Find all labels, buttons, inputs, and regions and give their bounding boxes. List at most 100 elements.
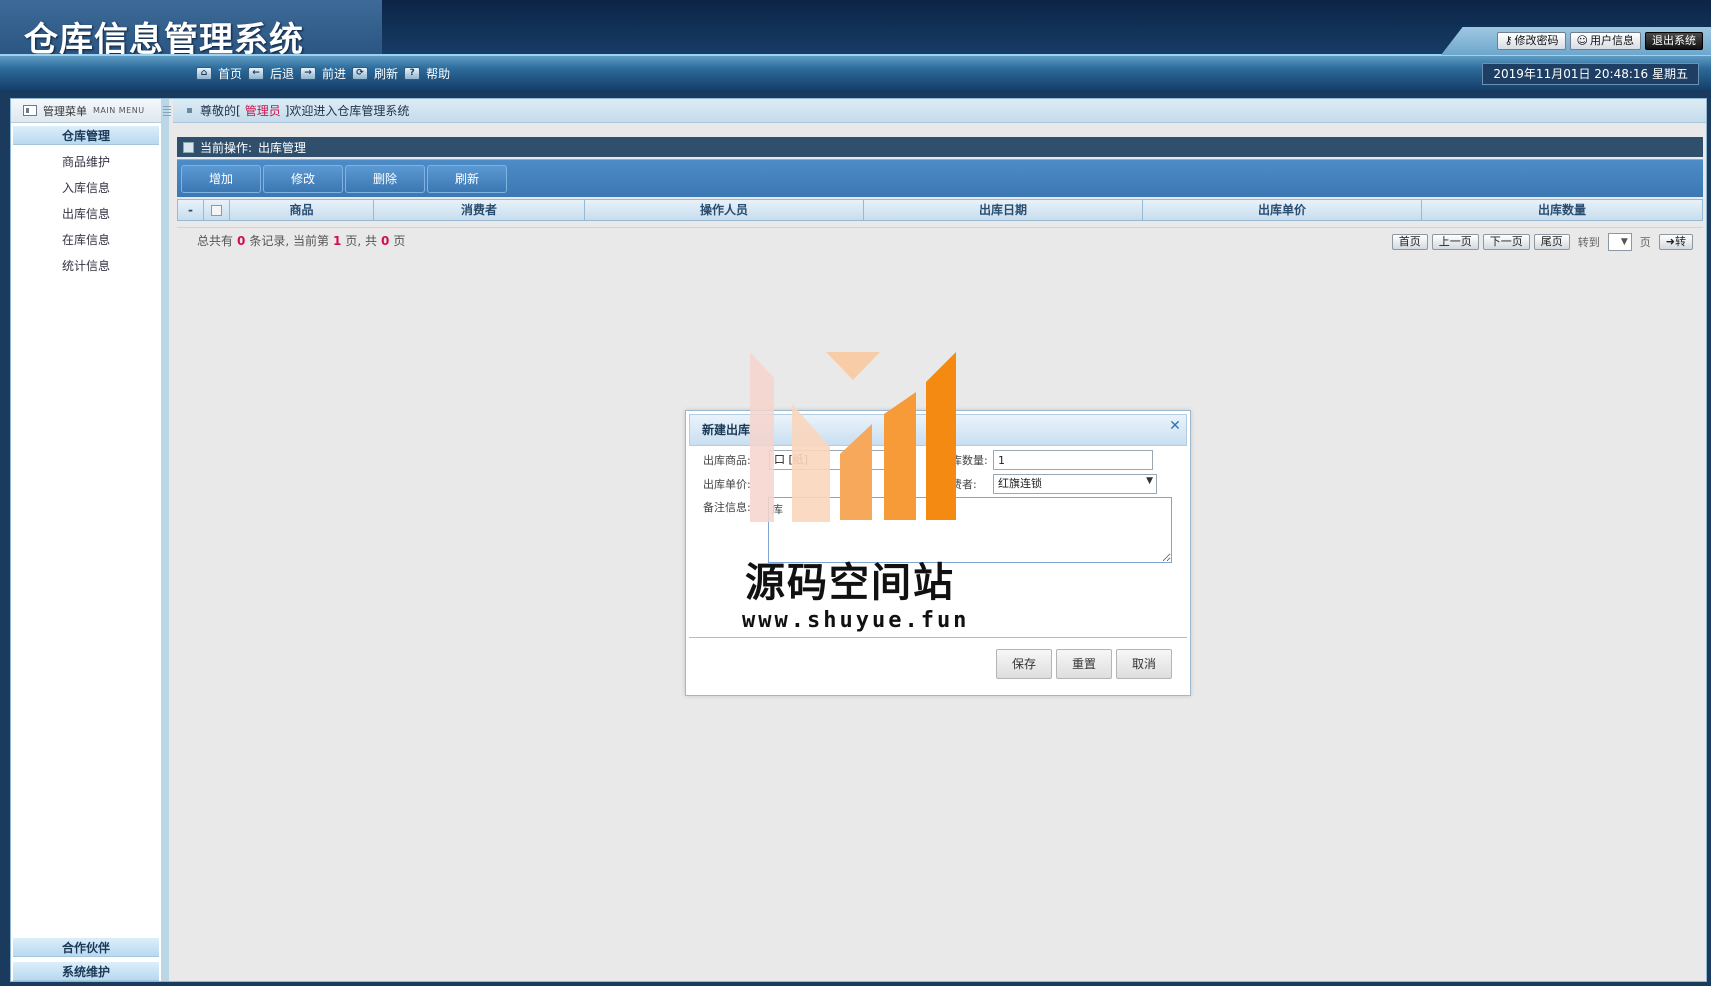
last-page-button[interactable]: 尾页 xyxy=(1533,234,1570,250)
sidebar-item-inbound[interactable]: 入库信息 xyxy=(11,175,161,201)
welcome-prefix: 尊敬的[ xyxy=(200,104,241,118)
sidebar-group-warehouse[interactable]: 仓库管理 xyxy=(13,125,159,145)
refresh-button[interactable]: 刷新 xyxy=(427,164,507,193)
pager-current: 1 xyxy=(333,233,342,248)
help-icon: ? xyxy=(404,67,421,80)
consumer-select[interactable]: 红旗连锁 ▼ xyxy=(993,474,1157,494)
select-all-checkbox[interactable] xyxy=(211,205,222,216)
nav-help[interactable]: ? 帮助 xyxy=(404,65,450,82)
sidebar-collapse-grip[interactable] xyxy=(161,99,173,123)
add-button[interactable]: 增加 xyxy=(181,164,261,193)
nav-forward-label: 前进 xyxy=(322,67,347,81)
watermark-logo xyxy=(750,352,956,522)
back-arrow-icon: ← xyxy=(248,67,265,80)
goto-label: 转到 xyxy=(1577,236,1600,249)
sidebar-item-statistics[interactable]: 统计信息 xyxy=(11,253,161,279)
col-select-all[interactable] xyxy=(204,200,230,220)
close-icon[interactable]: ✕ xyxy=(1168,419,1182,433)
watermark-url: www.shuyue.fun xyxy=(742,608,970,633)
go-button[interactable]: ➜转 xyxy=(1658,234,1693,250)
logout-label: 退出系统 xyxy=(1652,34,1696,47)
nav-refresh-label: 刷新 xyxy=(374,67,399,81)
nav-home-label: 首页 xyxy=(218,67,243,81)
delete-button[interactable]: 删除 xyxy=(345,164,425,193)
col-consumer[interactable]: 消费者 xyxy=(374,200,585,220)
welcome-suffix: ]欢迎进入仓库管理系统 xyxy=(284,104,410,118)
quantity-input[interactable] xyxy=(993,450,1153,470)
pager: 总共有 0 条记录, 当前第 1 页, 共 0 页 首页 上一页 下一页 尾页 … xyxy=(177,227,1703,253)
col-operator[interactable]: 操作人员 xyxy=(585,200,864,220)
next-page-button[interactable]: 下一页 xyxy=(1482,234,1530,250)
refresh-icon: ⟳ xyxy=(352,67,369,80)
row-remark: 备注信息: xyxy=(703,499,751,515)
pager-text-4: 页 xyxy=(393,234,406,248)
watermark-name: 源码空间站 xyxy=(745,559,955,606)
sidebar-item-product-maintenance[interactable]: 商品维护 xyxy=(11,149,161,175)
user-info-button[interactable]: ☺ 用户信息 xyxy=(1569,32,1641,50)
sidebar-item-instock[interactable]: 在库信息 xyxy=(11,227,161,253)
table-header: - 商品 消费者 操作人员 出库日期 出库单价 出库数量 xyxy=(177,199,1703,221)
col-unit-price[interactable]: 出库单价 xyxy=(1143,200,1422,220)
forward-arrow-icon: → xyxy=(300,67,317,80)
first-page-button[interactable]: 首页 xyxy=(1391,234,1428,250)
nav-back[interactable]: ← 后退 xyxy=(248,65,294,82)
user-info-label: 用户信息 xyxy=(1590,34,1634,47)
sidebar-header: 管理菜单 MAIN MENU xyxy=(11,99,161,123)
cancel-button[interactable]: 取消 xyxy=(1116,649,1172,679)
sidebar-group-system[interactable]: 系统维护 xyxy=(13,961,159,981)
save-button[interactable]: 保存 xyxy=(996,649,1052,679)
page-select[interactable]: ▼ xyxy=(1607,233,1632,251)
pager-text-2: 条记录, 当前第 xyxy=(249,234,330,248)
edit-button[interactable]: 修改 xyxy=(263,164,343,193)
app-header: 仓库信息管理系统 ⚷ 修改密码 ☺ 用户信息 退出系统 ⌂ 首页 ← 后退 → … xyxy=(0,0,1711,92)
home-icon: ⌂ xyxy=(196,67,212,80)
page-unit-label: 页 xyxy=(1639,236,1651,249)
logout-button[interactable]: 退出系统 xyxy=(1645,32,1703,50)
nav-help-label: 帮助 xyxy=(426,67,451,81)
prev-page-button[interactable]: 上一页 xyxy=(1431,234,1479,250)
sidebar-group-partners[interactable]: 合作伙伴 xyxy=(13,937,159,957)
nav-home[interactable]: ⌂ 首页 xyxy=(196,65,242,82)
pager-text-1: 总共有 xyxy=(197,234,234,248)
user-icon: ☺ xyxy=(1576,34,1588,47)
change-password-button[interactable]: ⚷ 修改密码 xyxy=(1497,32,1566,50)
nav-toolbar: ⌂ 首页 ← 后退 → 前进 ⟳ 刷新 ? 帮助 xyxy=(196,65,450,82)
bullet-icon xyxy=(187,108,192,113)
top-buttons: ⚷ 修改密码 ☺ 用户信息 退出系统 xyxy=(1497,32,1703,50)
remark-label: 备注信息: xyxy=(703,501,751,514)
breadcrumb-value: 出库管理 xyxy=(258,140,307,155)
col-quantity[interactable]: 出库数量 xyxy=(1422,200,1702,220)
col-expand[interactable]: - xyxy=(178,200,204,220)
row-quantity: 库数量: xyxy=(951,450,1153,470)
key-icon: ⚷ xyxy=(1504,34,1513,47)
consumer-select-value[interactable]: 红旗连锁 xyxy=(993,474,1157,494)
col-product[interactable]: 商品 xyxy=(230,200,374,220)
sidebar-item-list: 商品维护 入库信息 出库信息 在库信息 统计信息 xyxy=(11,149,161,279)
pager-controls: 首页 上一页 下一页 尾页 转到 ▼ 页 ➜转 xyxy=(1391,233,1693,251)
breadcrumb: 当前操作: 出库管理 xyxy=(177,137,1703,157)
pager-total: 0 xyxy=(237,233,246,248)
sidebar-title: 管理菜单 xyxy=(43,104,87,118)
grid-toolbar: 增加 修改 删除 刷新 xyxy=(177,159,1703,197)
menu-icon xyxy=(23,105,37,116)
nav-forward[interactable]: → 前进 xyxy=(300,65,346,82)
row-consumer: 费者: 红旗连锁 ▼ xyxy=(951,474,1157,494)
welcome-role: 管理员 xyxy=(244,104,281,118)
breadcrumb-icon xyxy=(183,141,194,153)
sidebar-item-outbound[interactable]: 出库信息 xyxy=(11,201,161,227)
sidebar-bottom: 合作伙伴 系统维护 xyxy=(11,933,161,981)
sidebar-title-en: MAIN MENU xyxy=(93,106,145,115)
col-out-date[interactable]: 出库日期 xyxy=(864,200,1143,220)
pager-text-3: 页, 共 xyxy=(345,234,378,248)
dialog-divider xyxy=(689,637,1187,638)
datetime-display: 2019年11月01日 20:48:16 星期五 xyxy=(1482,63,1699,85)
sidebar: 管理菜单 MAIN MENU 仓库管理 商品维护 入库信息 出库信息 在库信息 … xyxy=(11,99,171,981)
breadcrumb-label: 当前操作: xyxy=(200,140,253,155)
nav-refresh[interactable]: ⟳ 刷新 xyxy=(352,65,398,82)
change-password-label: 修改密码 xyxy=(1514,34,1559,47)
nav-back-label: 后退 xyxy=(270,67,295,81)
reset-button[interactable]: 重置 xyxy=(1056,649,1112,679)
chevron-down-icon: ▼ xyxy=(1146,476,1153,486)
welcome-bar: 尊敬的[ 管理员 ]欢迎进入仓库管理系统 xyxy=(173,99,1706,123)
pager-pages: 0 xyxy=(381,233,390,248)
